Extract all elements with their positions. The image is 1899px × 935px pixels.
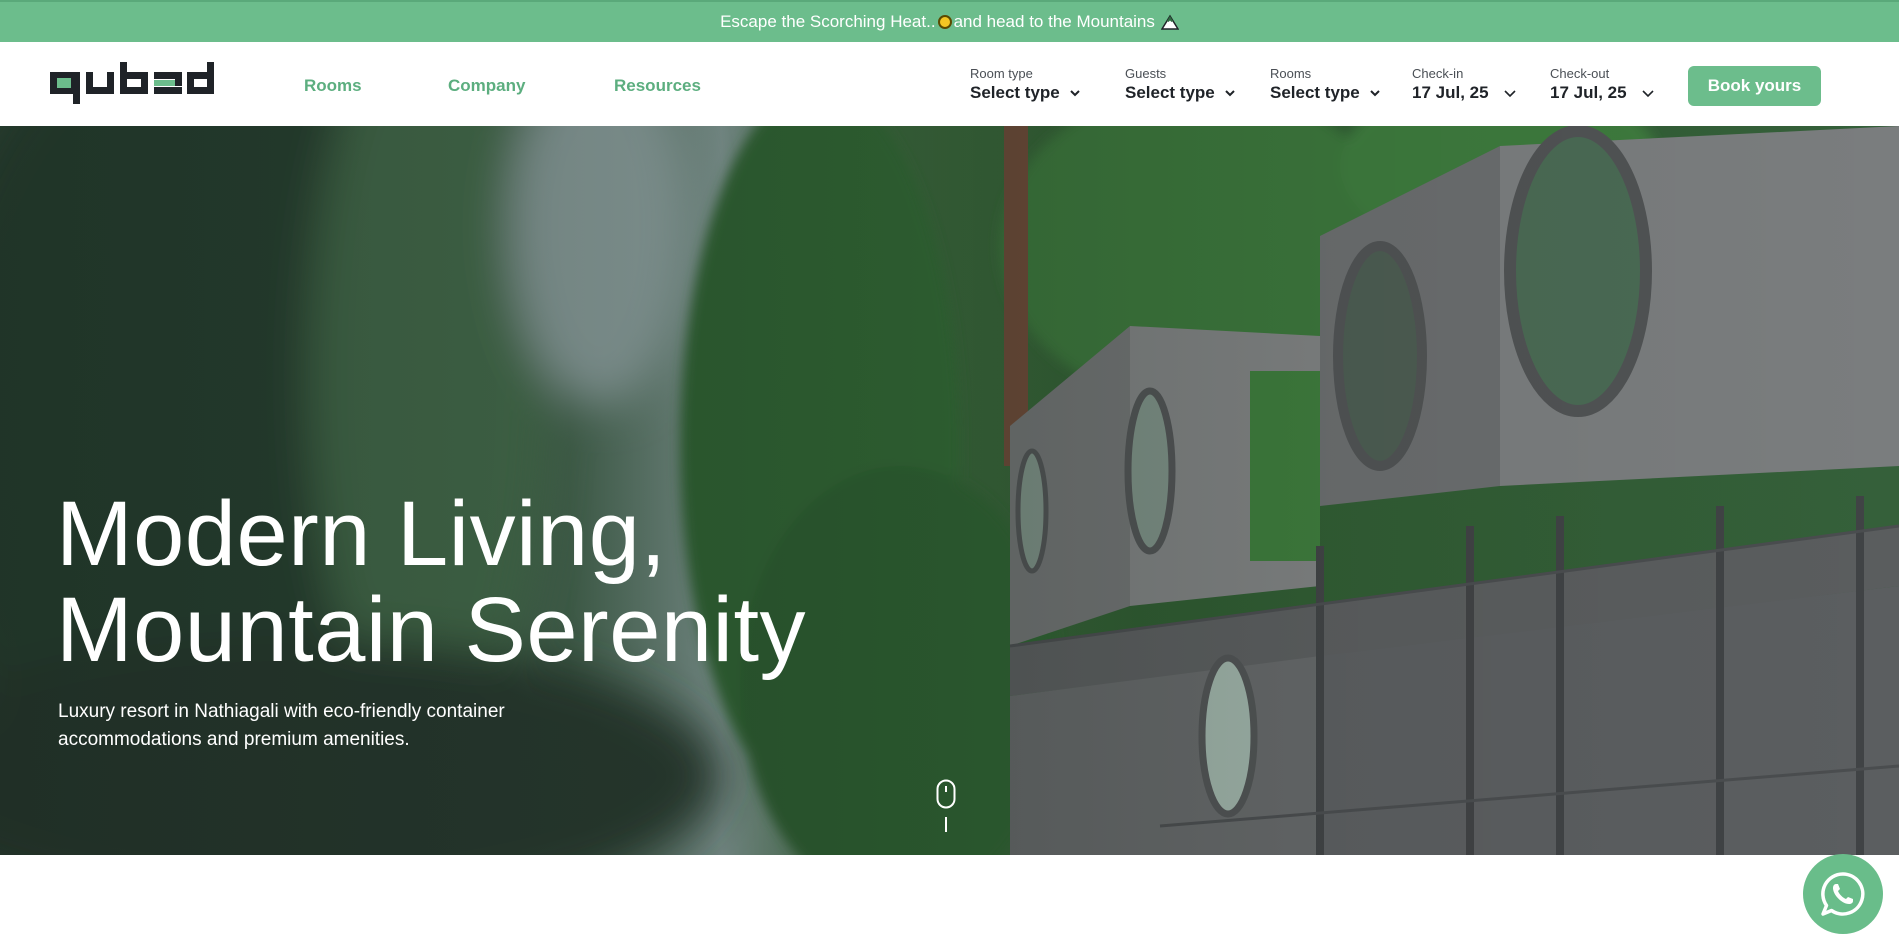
nav-resources[interactable]: Resources <box>614 76 701 96</box>
hero-title-line1: Modern Living, <box>56 483 667 585</box>
room-type-select[interactable]: Room type Select type <box>970 66 1082 103</box>
guests-select[interactable]: Guests Select type <box>1125 66 1237 103</box>
rooms-value: Select type <box>1270 83 1360 102</box>
room-type-value: Select type <box>970 83 1060 102</box>
announcement-bar: Escape the Scorching Heat.. and head to … <box>0 0 1899 42</box>
guests-value: Select type <box>1125 83 1215 102</box>
announcement-text-after: and head to the Mountains <box>953 12 1155 31</box>
mountain-icon <box>1160 14 1179 30</box>
rooms-label: Rooms <box>1270 66 1312 81</box>
chevron-down-icon <box>1070 90 1080 97</box>
check-in-value: 17 Jul, 25 <box>1412 83 1489 102</box>
nav-company[interactable]: Company <box>448 76 525 96</box>
hero-title-line2: Mountain Serenity <box>56 579 807 681</box>
check-out-value: 17 Jul, 25 <box>1550 83 1627 102</box>
hero-subtitle: Luxury resort in Nathiagali with eco-fri… <box>58 701 505 750</box>
site-header: Rooms Company Resources Room type Select… <box>0 42 1899 126</box>
check-in-label: Check-in <box>1412 66 1464 81</box>
check-out-picker[interactable]: Check-out 17 Jul, 25 <box>1550 66 1655 103</box>
check-out-label: Check-out <box>1550 66 1610 81</box>
book-yours-button[interactable]: Book yours <box>1688 66 1821 106</box>
rooms-select[interactable]: Rooms Select type <box>1270 66 1382 103</box>
announcement-text-before: Escape the Scorching Heat.. <box>720 12 936 31</box>
room-type-label: Room type <box>970 66 1033 81</box>
whatsapp-button[interactable] <box>1803 854 1883 934</box>
qubed-logo[interactable] <box>50 62 214 106</box>
check-in-picker[interactable]: Check-in 17 Jul, 25 <box>1412 66 1517 103</box>
hero-section: Modern Living, Mountain Serenity Luxury … <box>0 126 1899 855</box>
mouse-scroll-icon[interactable] <box>936 779 956 839</box>
nav-rooms[interactable]: Rooms <box>304 76 362 96</box>
hero-title: Modern Living, Mountain Serenity <box>56 486 806 678</box>
whatsapp-icon <box>1821 872 1865 916</box>
chevron-down-icon <box>1641 90 1654 98</box>
chevron-down-icon <box>1225 90 1235 97</box>
sun-icon <box>937 15 952 29</box>
guests-label: Guests <box>1125 66 1167 81</box>
chevron-down-icon <box>1503 90 1516 98</box>
chevron-down-icon <box>1370 90 1380 97</box>
